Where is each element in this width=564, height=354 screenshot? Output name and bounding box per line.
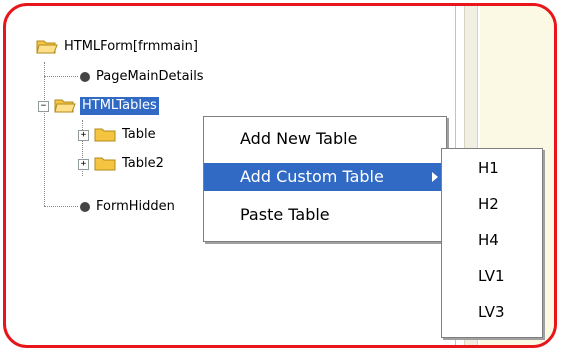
tree-node-label: FormHidden bbox=[96, 199, 175, 214]
folder-icon bbox=[94, 128, 116, 142]
collapse-icon[interactable]: − bbox=[38, 101, 49, 112]
submenu-item-label: H2 bbox=[478, 195, 499, 213]
tree-node-label: Table2 bbox=[122, 156, 164, 171]
custom-table-submenu: H1 H2 H4 LV1 LV3 bbox=[441, 148, 543, 338]
menu-item-paste-table[interactable]: Paste Table bbox=[204, 201, 446, 229]
tree-node-label: HTMLForm[frmmain] bbox=[64, 39, 198, 54]
bullet-icon bbox=[80, 72, 90, 82]
tree-line bbox=[44, 62, 45, 206]
submenu-item-h1[interactable]: H1 bbox=[442, 151, 542, 186]
tree-node-label: HTMLTables bbox=[80, 97, 159, 115]
menu-item-label: Add Custom Table bbox=[240, 167, 384, 186]
tree-node-label: Table bbox=[122, 127, 156, 142]
submenu-arrow-icon bbox=[432, 172, 438, 182]
tree-node-label: PageMainDetails bbox=[96, 69, 204, 84]
submenu-item-lv1[interactable]: LV1 bbox=[442, 259, 542, 294]
submenu-item-lv3[interactable]: LV3 bbox=[442, 295, 542, 330]
tree-line bbox=[44, 76, 78, 77]
bullet-icon bbox=[80, 202, 90, 212]
expand-icon[interactable]: + bbox=[78, 130, 89, 141]
folder-open-icon bbox=[36, 40, 58, 54]
submenu-item-h4[interactable]: H4 bbox=[442, 223, 542, 258]
submenu-item-h2[interactable]: H2 bbox=[442, 187, 542, 222]
menu-item-add-new-table[interactable]: Add New Table bbox=[204, 125, 446, 153]
submenu-item-label: LV1 bbox=[478, 267, 505, 285]
folder-open-icon bbox=[54, 99, 76, 113]
menu-item-label: Add New Table bbox=[240, 129, 358, 148]
screenshot-frame: HTMLForm[frmmain] PageMainDetails − HTML… bbox=[3, 3, 557, 348]
submenu-item-label: H1 bbox=[478, 159, 499, 177]
folder-icon bbox=[94, 157, 116, 171]
menu-item-add-custom-table[interactable]: Add Custom Table bbox=[204, 163, 446, 191]
tree-line bbox=[44, 206, 78, 207]
context-menu: Add New Table Add Custom Table Paste Tab… bbox=[203, 116, 447, 242]
expand-icon[interactable]: + bbox=[78, 159, 89, 170]
submenu-item-label: LV3 bbox=[478, 303, 505, 321]
submenu-item-label: H4 bbox=[478, 231, 499, 249]
menu-item-label: Paste Table bbox=[240, 205, 330, 224]
